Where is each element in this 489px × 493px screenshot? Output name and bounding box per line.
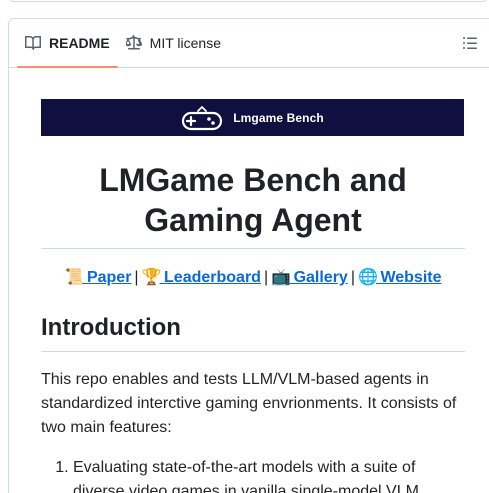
tab-license-label: MIT license bbox=[149, 35, 221, 51]
features-list: Evaluating state-of-the-art models with … bbox=[41, 456, 465, 493]
list-unordered-icon bbox=[462, 37, 478, 55]
paper-link-label: Paper bbox=[86, 269, 132, 286]
globe-icon: 🌐 bbox=[357, 269, 378, 286]
website-link[interactable]: 🌐 Website bbox=[358, 269, 442, 286]
banner-image: Lmgame Bench bbox=[41, 99, 464, 136]
link-separator: | bbox=[134, 269, 139, 286]
banner-text: Lmgame Bench bbox=[233, 110, 324, 125]
tab-readme[interactable]: README bbox=[17, 19, 118, 68]
section-heading-introduction: Introduction bbox=[41, 313, 465, 352]
previous-box-edge bbox=[8, 0, 488, 2]
website-link-label: Website bbox=[380, 269, 442, 286]
scale-icon bbox=[124, 35, 142, 51]
link-separator: | bbox=[350, 269, 355, 286]
readme-box: README MIT license Lmgame Bench LMGame B… bbox=[8, 18, 489, 493]
quick-links: 📜 Paper | 🏆 Leaderboard | 📺 Gallery | 🌐 Websit… bbox=[41, 267, 465, 287]
page-title: LMGame Bench and Gaming Agent bbox=[41, 160, 465, 249]
gallery-link[interactable]: 📺 Gallery bbox=[271, 269, 348, 286]
gallery-link-label: Gallery bbox=[293, 269, 348, 286]
leaderboard-link[interactable]: 🏆 Leaderboard bbox=[142, 269, 261, 286]
readme-tabbar: README MIT license bbox=[9, 19, 489, 68]
tab-readme-label: README bbox=[49, 35, 110, 51]
tv-icon: 📺 bbox=[271, 269, 292, 286]
gamepad-icon bbox=[181, 105, 223, 131]
tab-license[interactable]: MIT license bbox=[118, 19, 229, 67]
outline-button[interactable] bbox=[462, 35, 480, 51]
list-item: Evaluating state-of-the-art models with … bbox=[73, 456, 465, 493]
trophy-icon: 🏆 bbox=[141, 269, 162, 286]
readme-content: Lmgame Bench LMGame Bench and Gaming Age… bbox=[41, 99, 465, 493]
link-separator: | bbox=[263, 269, 269, 286]
leaderboard-link-label: Leaderboard bbox=[164, 269, 261, 286]
book-icon bbox=[25, 35, 41, 51]
paper-link[interactable]: 📜 Paper bbox=[65, 269, 132, 286]
intro-paragraph: This repo enables and tests LLM/VLM-base… bbox=[41, 371, 457, 436]
scroll-icon: 📜 bbox=[64, 269, 85, 286]
